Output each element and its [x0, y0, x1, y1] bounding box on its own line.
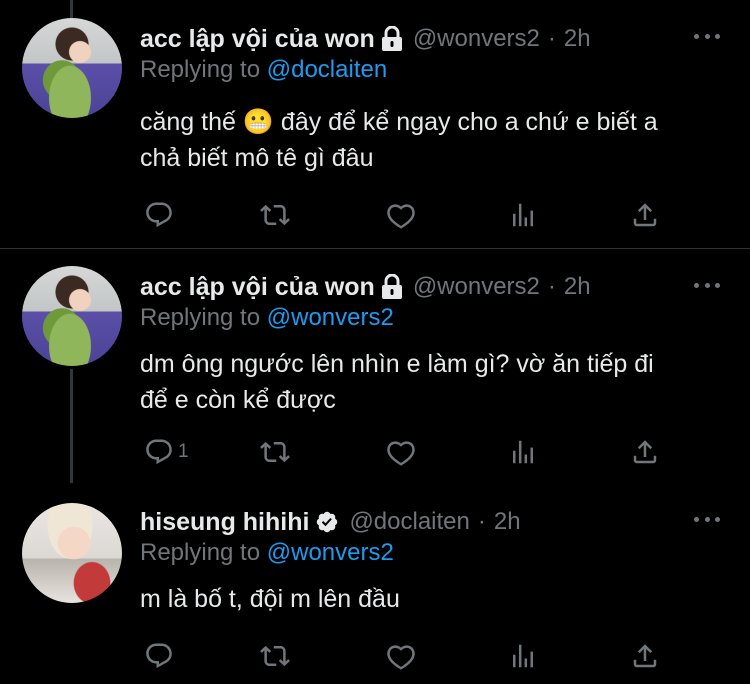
tweet-text: m là bố t, đội m lên đầu	[140, 581, 730, 617]
share-icon	[633, 644, 657, 668]
mention-link[interactable]: @doclaiten	[267, 56, 387, 83]
heart-icon	[387, 204, 415, 229]
timestamp[interactable]: 2h	[564, 273, 591, 301]
heart-icon	[387, 441, 415, 466]
retweet-icon	[260, 441, 290, 463]
share-icon	[633, 203, 657, 227]
reply-button[interactable]: 1	[144, 434, 189, 470]
more-dot-icon	[704, 516, 710, 522]
tweet-1[interactable]: acc lập vội của won @wonvers2 · 2h Reply…	[0, 0, 750, 248]
tweet-text-line: chả biết mô tê gì đâu	[140, 144, 374, 172]
tweet-text: dm ông ngước lên nhìn e làm gì? vờ ăn ti…	[140, 346, 730, 418]
share-button[interactable]	[630, 197, 660, 233]
analytics-icon	[513, 203, 533, 227]
more-dot-icon	[715, 282, 720, 288]
mention-link[interactable]: @wonvers2	[267, 304, 394, 331]
tweet-text-line: căng thế 😬 đây để kể ngay cho a chứ e bi…	[140, 108, 658, 136]
tweet-text-line: m là bố t, đội m lên đầu	[140, 585, 400, 613]
more-options-button[interactable]	[694, 509, 720, 529]
separator-dot: ·	[547, 25, 556, 52]
avatar[interactable]	[22, 266, 122, 366]
reply-icon	[146, 202, 172, 228]
tweet-header: hiseung hihihi @doclaiten · 2h	[140, 503, 521, 541]
reply-icon	[146, 439, 172, 465]
more-options-button[interactable]	[694, 26, 720, 46]
handle[interactable]: @wonvers2	[413, 273, 540, 301]
analytics-button[interactable]	[508, 638, 538, 674]
like-button[interactable]	[386, 434, 416, 470]
reply-button[interactable]	[144, 197, 178, 233]
more-dot-icon	[694, 282, 699, 288]
reply-count: 1	[178, 441, 189, 462]
analytics-button[interactable]	[508, 197, 538, 233]
display-name[interactable]: acc lập vội của won	[140, 25, 375, 54]
more-dot-icon	[715, 33, 720, 39]
more-dot-icon	[704, 282, 710, 288]
reply-button[interactable]	[144, 638, 178, 674]
replying-prefix: Replying to	[140, 56, 261, 83]
mention-link[interactable]: @wonvers2	[267, 539, 394, 566]
retweet-button[interactable]	[260, 197, 290, 233]
analytics-icon	[513, 644, 533, 668]
timestamp[interactable]: 2h	[564, 25, 591, 53]
retweet-button[interactable]	[260, 434, 290, 470]
lock-icon	[381, 26, 402, 51]
more-dot-icon	[715, 516, 720, 522]
tweet-actions: 1	[140, 434, 680, 470]
lock-icon	[381, 274, 402, 299]
more-dot-icon	[704, 33, 710, 39]
tweet-actions	[140, 638, 680, 674]
like-button[interactable]	[386, 197, 416, 233]
share-button[interactable]	[630, 638, 660, 674]
replying-to: Replying to @wonvers2	[140, 304, 394, 332]
like-button[interactable]	[386, 638, 416, 674]
reply-icon	[146, 643, 172, 669]
timestamp[interactable]: 2h	[494, 508, 521, 536]
tweet-header: acc lập vội của won @wonvers2 · 2h	[140, 268, 591, 306]
replying-prefix: Replying to	[140, 304, 261, 331]
separator-dot: ·	[477, 508, 486, 535]
tweet-header: acc lập vội của won @wonvers2 · 2h	[140, 20, 591, 58]
share-icon	[633, 440, 657, 464]
share-button[interactable]	[630, 434, 660, 470]
verified-badge-icon	[317, 511, 338, 533]
replying-to: Replying to @doclaiten	[140, 56, 387, 84]
tweet-2[interactable]: acc lập vội của won @wonvers2 · 2h Reply…	[0, 249, 750, 483]
display-name[interactable]: hiseung hihihi	[140, 508, 309, 537]
tweet-text: căng thế 😬 đây để kể ngay cho a chứ e bi…	[140, 104, 730, 176]
tweet-actions	[140, 197, 680, 233]
replying-prefix: Replying to	[140, 539, 261, 566]
avatar[interactable]	[22, 503, 122, 603]
separator-dot: ·	[547, 273, 556, 300]
thread-line	[70, 369, 73, 483]
retweet-button[interactable]	[260, 638, 290, 674]
retweet-icon	[260, 645, 290, 667]
analytics-icon	[513, 440, 533, 464]
retweet-icon	[260, 204, 290, 226]
handle[interactable]: @doclaiten	[349, 508, 469, 536]
tweet-text-line: dm ông ngước lên nhìn e làm gì? vờ ăn ti…	[140, 350, 654, 378]
tweet-text-line: để e còn kể được	[140, 386, 336, 414]
avatar[interactable]	[22, 18, 122, 118]
more-options-button[interactable]	[694, 275, 720, 295]
heart-icon	[387, 645, 415, 670]
more-dot-icon	[694, 516, 699, 522]
replying-to: Replying to @wonvers2	[140, 539, 394, 567]
more-dot-icon	[694, 33, 699, 39]
display-name[interactable]: acc lập vội của won	[140, 273, 375, 302]
analytics-button[interactable]	[508, 434, 538, 470]
handle[interactable]: @wonvers2	[413, 25, 540, 53]
thread-line	[70, 0, 73, 18]
tweet-3[interactable]: hiseung hihihi @doclaiten · 2h Replying …	[0, 483, 750, 684]
